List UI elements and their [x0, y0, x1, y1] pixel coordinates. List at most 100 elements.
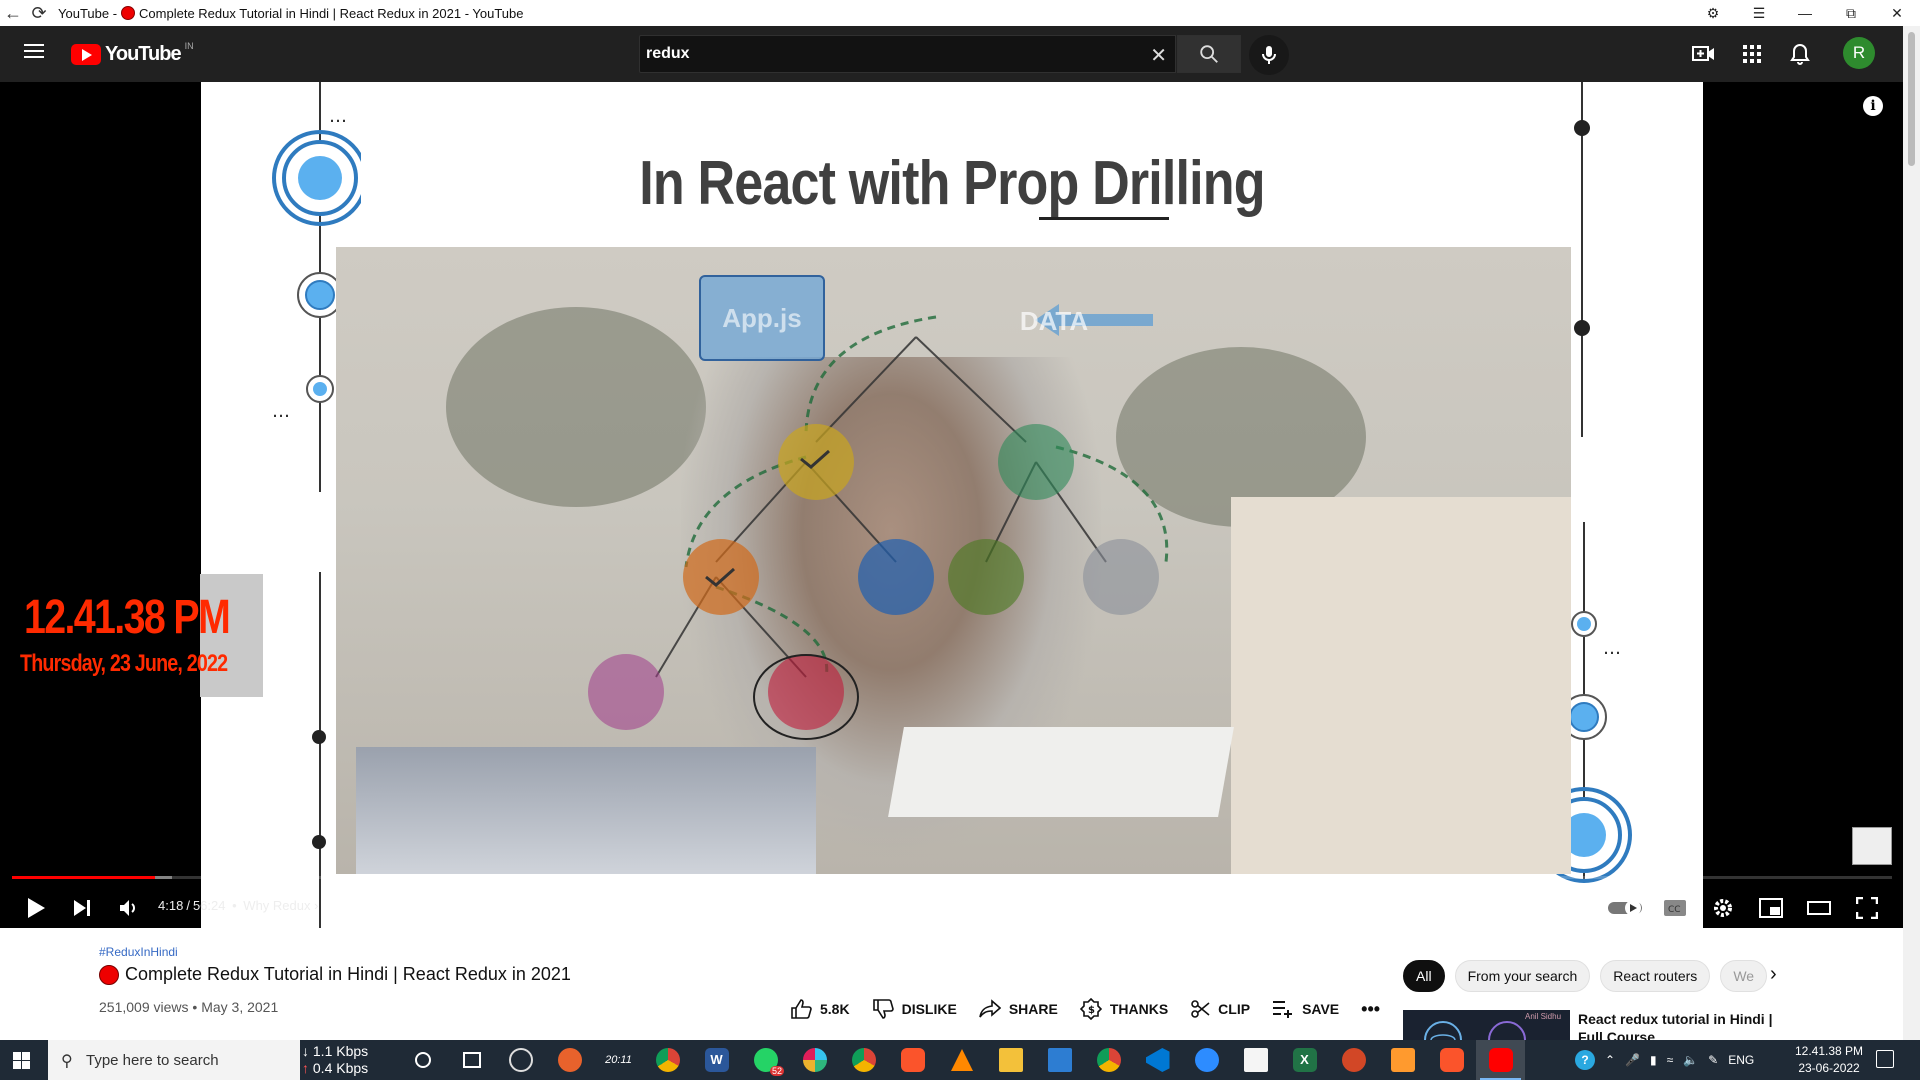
upload-date: May 3, 2021 [201, 999, 279, 1015]
chip-all[interactable]: All [1403, 960, 1445, 992]
word-icon[interactable]: W [692, 1040, 741, 1080]
fullscreen-icon [1856, 897, 1878, 919]
hamburger-menu-icon[interactable] [24, 44, 44, 58]
menu-icon[interactable]: ☰ [1736, 5, 1782, 22]
page-scrollbar[interactable] [1903, 26, 1920, 1040]
file-explorer-icon[interactable] [986, 1040, 1035, 1080]
theater-mode-button[interactable] [1801, 890, 1837, 926]
apps-grid-icon[interactable] [1740, 42, 1764, 66]
whatsapp-badge: 52 [769, 1066, 784, 1076]
obs-icon[interactable] [496, 1040, 545, 1080]
zoom-icon[interactable] [1182, 1040, 1231, 1080]
task-view-icon[interactable] [447, 1040, 496, 1080]
chapter-title[interactable]: Why Redux [243, 898, 310, 913]
extensions-icon[interactable]: ⚙ [1690, 5, 1736, 22]
microphone-icon[interactable]: 🎤 [1625, 1053, 1640, 1067]
progress-played [12, 876, 155, 879]
notification-center-icon[interactable] [1876, 1050, 1894, 1068]
restore-icon[interactable]: ⧉ [1828, 5, 1874, 22]
slack-icon[interactable] [790, 1040, 839, 1080]
share-button[interactable]: SHARE [979, 999, 1058, 1019]
photos-icon[interactable] [1035, 1040, 1084, 1080]
cortana-icon[interactable] [398, 1040, 447, 1080]
chevron-up-icon[interactable]: ⌃ [1605, 1053, 1615, 1067]
chevron-right-icon[interactable]: › [1770, 963, 1777, 986]
save-button[interactable]: SAVE [1272, 1000, 1339, 1018]
vlc-icon[interactable] [937, 1040, 986, 1080]
play-button[interactable] [18, 890, 54, 926]
taskbar-clock-date: 23-06-2022 [1798, 1061, 1860, 1075]
scrollbar-thumb[interactable] [1908, 32, 1915, 166]
brave-youtube-icon[interactable] [1427, 1040, 1476, 1080]
voice-search-button[interactable] [1249, 35, 1289, 75]
search-button[interactable] [1177, 35, 1241, 73]
settings-button[interactable] [1705, 890, 1741, 926]
redux-logo-icon [1488, 1021, 1526, 1040]
time-display: 4:18/56:24 • Why Redux › [158, 898, 319, 913]
pen-icon[interactable]: ✎ [1708, 1053, 1718, 1067]
powerpoint-icon[interactable] [1329, 1040, 1378, 1080]
chrome-alt-icon[interactable] [1084, 1040, 1133, 1080]
chrome-icon[interactable] [643, 1040, 692, 1080]
vscode-icon[interactable] [1133, 1040, 1182, 1080]
clip-button[interactable]: CLIP [1190, 999, 1250, 1019]
captions-button[interactable]: CC [1657, 890, 1693, 926]
back-icon[interactable]: ← [0, 0, 26, 26]
more-actions-icon[interactable]: ••• [1361, 999, 1380, 1020]
dislike-button[interactable]: DISLIKE [872, 998, 957, 1020]
next-button[interactable] [64, 890, 100, 926]
search-input[interactable] [640, 36, 1110, 72]
progress-bar[interactable] [12, 876, 1892, 879]
minimize-icon[interactable]: — [1782, 5, 1828, 21]
more-options-icon[interactable]: ••• [1533, 890, 1569, 926]
svg-text:…: … [329, 106, 347, 127]
help-icon[interactable]: ? [1575, 1050, 1595, 1070]
chip-from-your-search[interactable]: From your search [1454, 960, 1591, 992]
account-avatar[interactable]: R [1843, 37, 1875, 69]
chip-react-routers[interactable]: React routers [1600, 960, 1711, 992]
video-title: Complete Redux Tutorial in Hindi | React… [99, 964, 571, 985]
whatsapp-icon[interactable]: 52 [741, 1040, 790, 1080]
taskbar-search[interactable]: ⚲ Type here to search [48, 1040, 300, 1080]
video-title-text: Complete Redux Tutorial in Hindi | React… [125, 964, 571, 984]
save-label: SAVE [1302, 1001, 1340, 1017]
paint-icon[interactable] [1231, 1040, 1280, 1080]
video-hashtag[interactable]: #ReduxInHindi [99, 945, 178, 959]
speaker-icon[interactable]: 🔈 [1683, 1053, 1698, 1067]
youtube-logo[interactable]: YouTube IN [71, 41, 194, 66]
youtube-app-icon[interactable] [1476, 1040, 1525, 1080]
volume-button[interactable] [110, 890, 146, 926]
fullscreen-button[interactable] [1849, 890, 1885, 926]
windows-start-icon[interactable] [13, 1052, 30, 1069]
postman-icon[interactable] [545, 1040, 594, 1080]
create-video-icon[interactable] [1692, 42, 1716, 66]
search-box[interactable]: ✕ [639, 35, 1176, 73]
autoplay-toggle[interactable] [1605, 890, 1645, 926]
excel-icon[interactable]: X [1280, 1040, 1329, 1080]
network-speed-widget: ↓ 1.1 Kbps ↑ 0.4 Kbps [302, 1043, 368, 1077]
channel-watermark[interactable] [1852, 827, 1892, 865]
logo-text: YouTube [105, 43, 182, 65]
chevron-right-icon[interactable]: › [314, 898, 318, 913]
clock-widget-icon[interactable]: 20:11 [594, 1040, 643, 1080]
media-player-icon[interactable] [1378, 1040, 1427, 1080]
language-indicator[interactable]: ENG [1728, 1053, 1754, 1067]
info-icon[interactable]: i [1863, 96, 1883, 116]
duration: 56:24 [192, 898, 226, 913]
wifi-icon[interactable]: ≈ [1667, 1053, 1674, 1067]
brave-icon[interactable] [888, 1040, 937, 1080]
notifications-bell-icon[interactable] [1788, 42, 1812, 66]
taskbar-clock[interactable]: 12.41.38 PM 23-06-2022 [1795, 1043, 1863, 1077]
reload-icon[interactable]: ⟳ [26, 0, 52, 26]
miniplayer-button[interactable] [1753, 890, 1789, 926]
thanks-button[interactable]: $ THANKS [1079, 998, 1168, 1020]
battery-icon[interactable]: ▮ [1650, 1053, 1657, 1067]
chrome-profile-icon[interactable] [839, 1040, 888, 1080]
like-button[interactable]: 5.8K [790, 998, 850, 1020]
recommendation-thumbnail[interactable]: Anil Sidhu [1403, 1010, 1570, 1040]
clear-search-icon[interactable]: ✕ [1150, 43, 1167, 68]
chip-partial[interactable]: We [1720, 960, 1768, 992]
video-player[interactable]: … … … In React with Prop Drilling App.js… [0, 82, 1903, 928]
close-icon[interactable]: ✕ [1874, 5, 1920, 22]
dislike-label: DISLIKE [901, 1001, 957, 1017]
